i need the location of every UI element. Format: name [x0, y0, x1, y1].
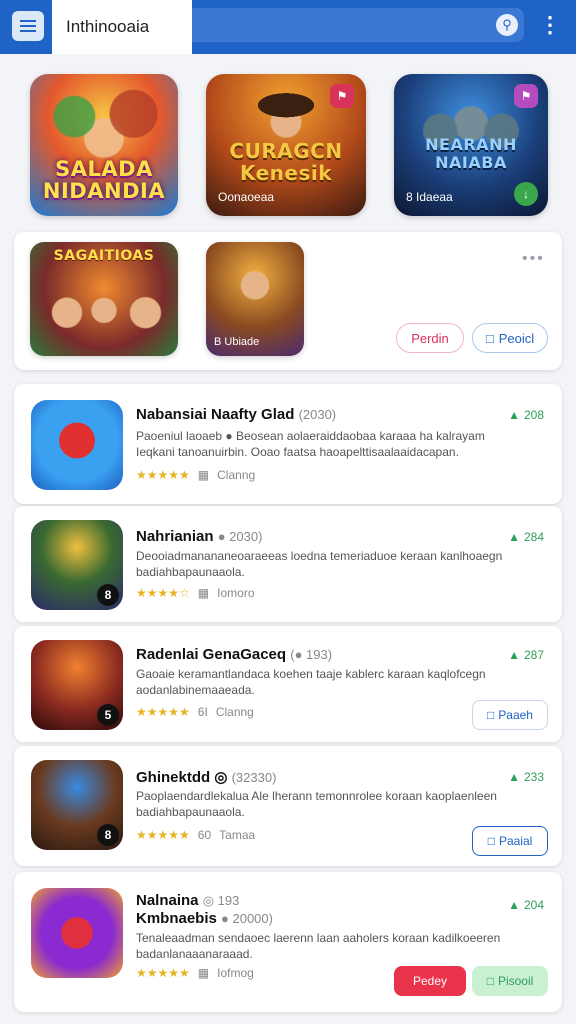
more-horizontal-icon[interactable]: •••: [522, 250, 545, 268]
star-icons: ★★★★★: [136, 468, 190, 482]
app-bar: Inthinooaia ⚲ ⋮: [0, 0, 576, 54]
app-title: Inthinooaia: [52, 0, 192, 54]
image-icon: ▦: [197, 586, 210, 600]
item-description: Gaoaie keramantlandaca koehen taaje kabl…: [136, 667, 486, 697]
play-button[interactable]: Pedey: [394, 966, 466, 996]
panel-secondary-button[interactable]: □ Peoicl: [472, 323, 548, 353]
item-rating: ★★★★☆ ▦ Iomoro: [136, 586, 255, 600]
item-score: ▲ 204: [508, 898, 544, 912]
bag-icon: □: [485, 330, 494, 346]
game-icon: 5: [31, 640, 123, 730]
badge-icon: 8: [97, 584, 119, 606]
trophy-icon: ▲: [508, 898, 520, 912]
game-icon: 8: [31, 520, 123, 610]
badge-icon: 5: [97, 704, 119, 726]
panel-primary-label: Perdin: [411, 330, 449, 346]
item-rating: ★★★★★ 60 Tamaa: [136, 828, 256, 842]
trophy-icon: ▲: [508, 770, 520, 784]
bookmark-icon[interactable]: ⚑: [330, 84, 354, 108]
star-icons: ★★★★★: [136, 705, 190, 719]
item-rating: ★★★★★ ▦ Clanng: [136, 468, 256, 482]
item-name: Radenlai GenaGaceq (● 193): [136, 646, 333, 663]
item-name: Nabansiai Naafty Glad (2030): [136, 406, 337, 423]
item-name: Ghinektdd ◎ (32330): [136, 769, 277, 786]
image-icon: ▦: [197, 468, 210, 482]
game-icon: [31, 400, 123, 490]
tile-title: CURAGCN Kenesik: [229, 139, 343, 185]
featured-tile-3[interactable]: NEARANH NAIABA 8 Idaeaa ⚑ ↓: [394, 74, 548, 216]
tile-title: SALADA NIDANDIA: [42, 157, 166, 203]
image-icon: ▦: [197, 966, 210, 980]
panel-primary-button[interactable]: Perdin: [396, 323, 464, 353]
panel-tile-2[interactable]: B Ubiade: [206, 242, 304, 356]
item-name: Nalnaina ◎ 193: [136, 892, 240, 909]
tile-title: SAGAITIOAS: [53, 248, 155, 264]
game-icon: 8: [31, 760, 123, 850]
item-description: Deooiadmanananeoaraeeas loedna temeriadu…: [136, 549, 503, 579]
search-icon[interactable]: ⚲: [496, 14, 518, 36]
hamburger-icon[interactable]: [12, 11, 44, 41]
featured-tile-2[interactable]: CURAGCN Kenesik Oonaoeaa ⚑: [206, 74, 366, 216]
featured-tile-1[interactable]: SALADA NIDANDIA: [30, 74, 178, 216]
game-icon: [31, 888, 123, 978]
trophy-icon: ▲: [508, 530, 520, 544]
list-item[interactable]: 8 Ghinektdd ◎ (32330) Paoplaendardlekalu…: [14, 746, 562, 866]
search-bar[interactable]: [192, 8, 524, 42]
get-button[interactable]: □ Paaial: [472, 826, 548, 856]
star-icons: ★★★★★: [136, 966, 190, 980]
trophy-icon: ▲: [508, 648, 520, 662]
panel-tile-1[interactable]: SAGAITIOAS: [30, 242, 178, 356]
tile-subtitle: B Ubiade: [214, 336, 260, 348]
item-rating: ★★★★★ 6I Clanng: [136, 705, 254, 719]
download-icon[interactable]: ↓: [514, 182, 538, 206]
list-item[interactable]: Nabansiai Naafty Glad (2030) Paoeniul la…: [14, 384, 562, 504]
star-icons: ★★★★☆: [136, 586, 190, 600]
list-item[interactable]: 8 Nahrianian ● 2030) Deooiadmanananeoara…: [14, 506, 562, 622]
panel-secondary-label: Peoicl: [498, 330, 535, 346]
item-score: ▲ 233: [508, 770, 544, 784]
badge-icon: 8: [97, 824, 119, 846]
item-score: ▲ 284: [508, 530, 544, 544]
bag-icon: □: [487, 834, 495, 848]
more-vertical-icon[interactable]: ⋮: [539, 10, 561, 40]
list-item[interactable]: Nalnaina ◎ 193 Kmbnaebis ● 20000) Tenale…: [14, 872, 562, 1012]
tile-title: NEARANH NAIABA: [425, 135, 517, 172]
list-item[interactable]: 5 Radenlai GenaGaceq (● 193) Gaoaie kera…: [14, 626, 562, 742]
get-button[interactable]: □ Pisooil: [472, 966, 548, 996]
item-description: Paoeniul laoaeb ● Beosean aolaeraiddaoba…: [136, 429, 485, 459]
item-name: Nahrianian ● 2030): [136, 528, 263, 545]
tile-subtitle: Oonaoeaa: [218, 190, 275, 204]
item-description: Paoplaendardlekalua Ale lherann temonnro…: [136, 789, 497, 819]
item-score: ▲ 287: [508, 648, 544, 662]
bookmark-icon[interactable]: ⚑: [514, 84, 538, 108]
bag-icon: □: [487, 708, 495, 722]
tile-subtitle: 8 Idaeaa: [406, 190, 453, 204]
trophy-icon: ▲: [508, 408, 520, 422]
item-description: Tenaleaadman sendaoec laerenn laan aahol…: [136, 931, 501, 961]
get-button[interactable]: □ Paaeh: [472, 700, 548, 730]
star-icons: ★★★★★: [136, 828, 190, 842]
item-rating: ★★★★★ ▦ Iofmog: [136, 966, 254, 980]
item-name-secondary: Kmbnaebis ● 20000): [136, 910, 273, 927]
item-score: ▲ 208: [508, 408, 544, 422]
bag-icon: □: [486, 974, 494, 988]
